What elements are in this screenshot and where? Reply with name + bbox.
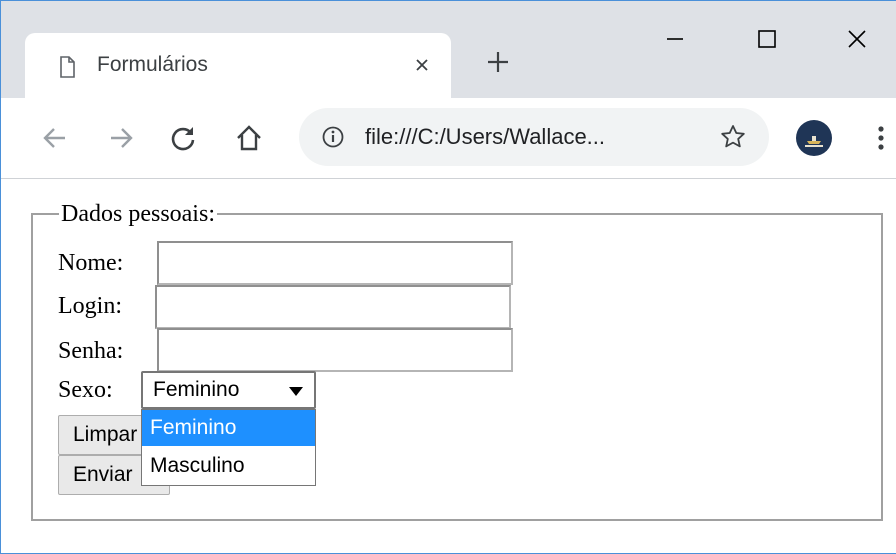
home-icon[interactable] [229,118,269,158]
nome-input[interactable] [157,241,513,285]
profile-avatar[interactable] [796,120,832,156]
star-icon[interactable] [719,123,747,151]
address-bar[interactable]: file:///C:/Users/Wallace... [299,108,769,166]
login-input[interactable] [155,285,511,329]
tab-strip: Formulários [1,1,896,98]
minimize-icon[interactable] [655,19,695,59]
sexo-select[interactable]: Feminino [141,371,316,409]
document-icon [60,56,75,78]
forward-arrow-icon[interactable] [101,118,141,158]
login-label: Login: [58,293,122,319]
sexo-label: Sexo: [58,377,113,403]
kebab-menu-icon[interactable] [869,118,893,158]
sexo-dropdown-list: Feminino Masculino [141,409,316,486]
nome-label: Nome: [58,250,124,276]
new-tab-icon[interactable] [483,47,513,77]
page-content: Dados pessoais: Nome: Login: Senha: Sexo… [1,179,896,553]
active-tab[interactable]: Formulários [25,33,451,98]
sexo-selected-value: Feminino [153,378,240,401]
senha-label: Senha: [58,338,124,364]
reload-icon[interactable] [163,118,203,158]
back-arrow-icon[interactable] [35,118,75,158]
close-window-icon[interactable] [837,19,877,59]
tab-close-icon[interactable] [410,53,434,77]
senha-input[interactable] [157,328,513,372]
option-feminino[interactable]: Feminino [142,410,315,446]
browser-window: Formulários file:///C:/Users/Wallace... … [0,0,896,554]
tab-title: Formulários [97,53,208,76]
browser-toolbar: file:///C:/Users/Wallace... [1,98,896,179]
maximize-icon[interactable] [747,19,787,59]
fieldset-legend: Dados pessoais: [61,201,215,227]
address-url[interactable]: file:///C:/Users/Wallace... [365,124,605,150]
info-icon[interactable] [321,125,345,149]
dropdown-arrow-icon [289,387,303,396]
option-masculino[interactable]: Masculino [142,448,315,484]
